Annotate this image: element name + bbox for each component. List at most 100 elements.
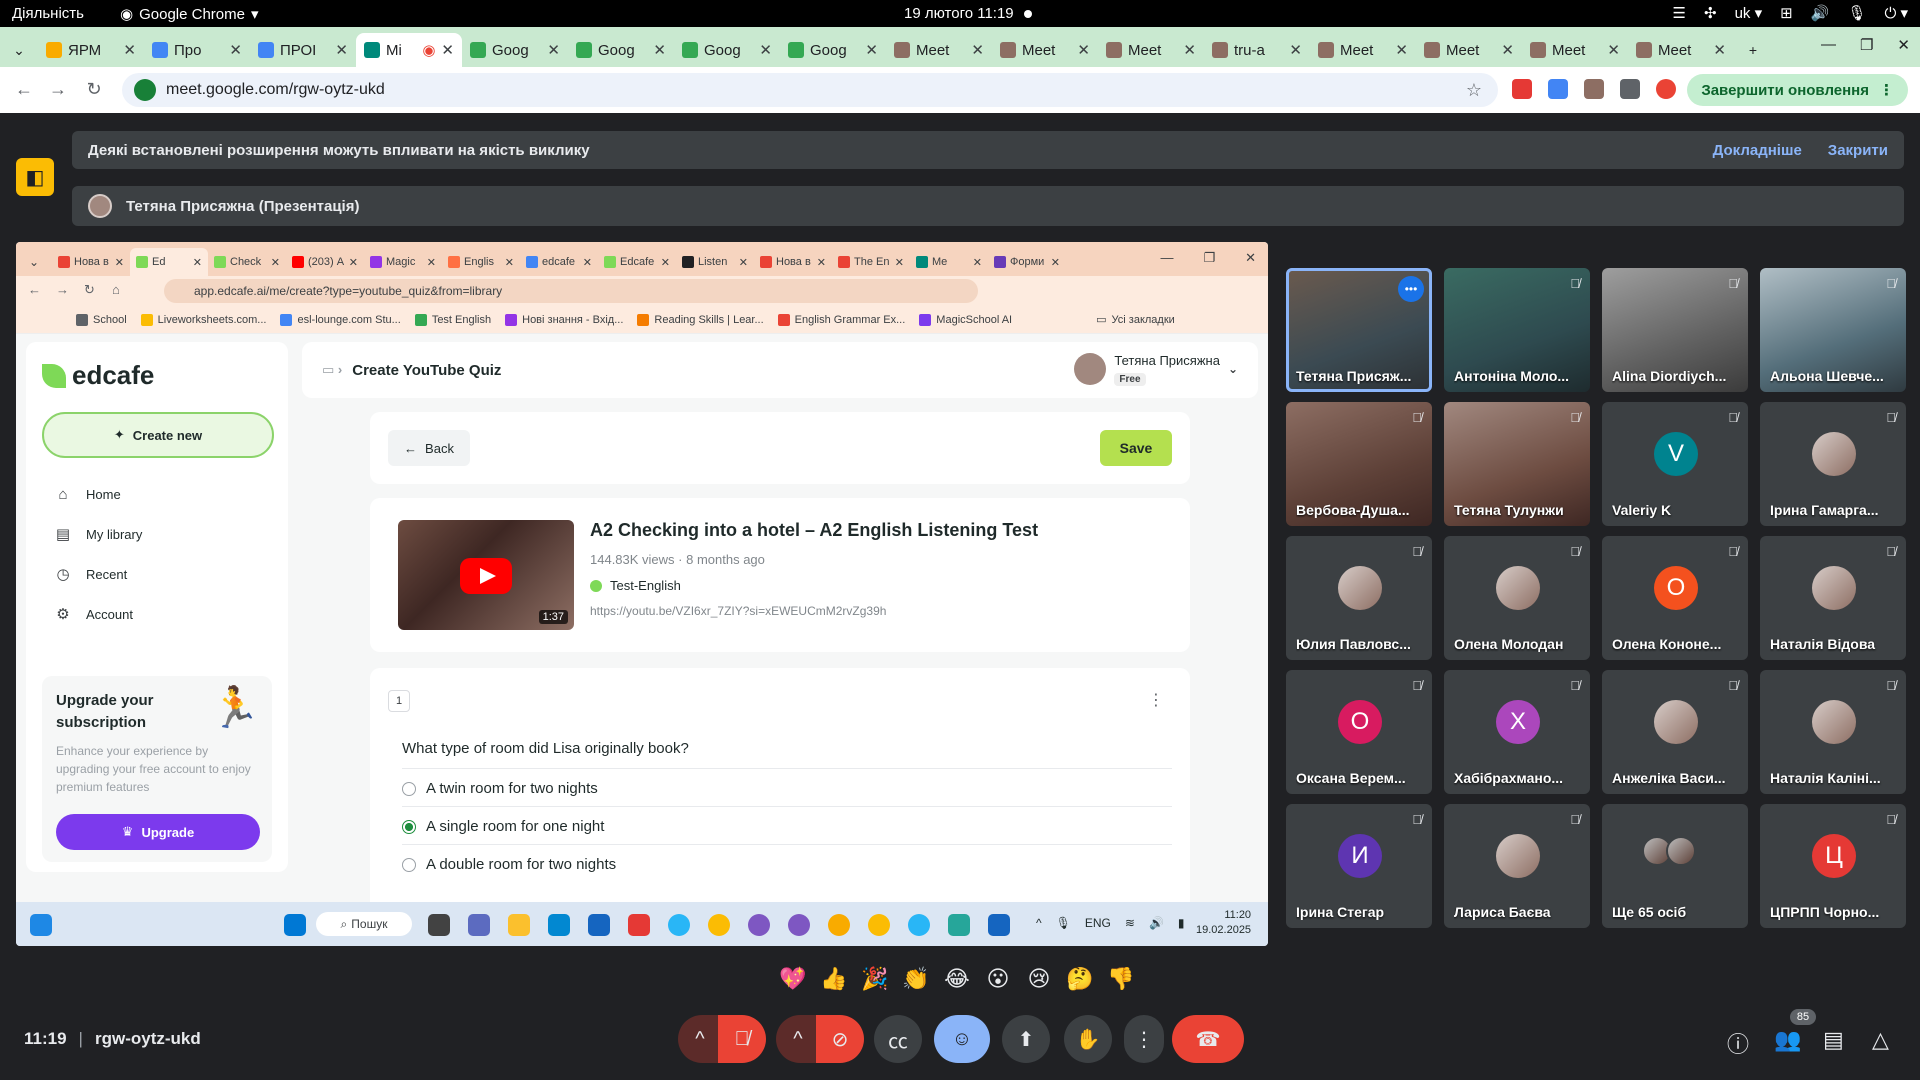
participant-tile[interactable]: 🎙̸ Alina Diordiych... [1602,268,1748,392]
participant-tile[interactable]: Ц 🎙̸ ЦПРПП Чорно... [1760,804,1906,928]
close-tab-icon[interactable]: ✕ [229,41,242,59]
extensions-puzzle-icon[interactable] [1620,79,1640,99]
system-tray[interactable]: ☰ ✣ uk ▾ ⊞ 🔊 🎙 ⏻ ▾ [1673,4,1908,22]
more-options-button[interactable]: ⋮ [1124,1015,1164,1063]
meet-panel-icon[interactable]: ◧ [16,158,54,196]
participant-tile[interactable]: 🎙̸ Юлия Павловс... [1286,536,1432,660]
translate-extension-icon[interactable] [1548,79,1568,99]
power-icon[interactable]: ⏻ ▾ [1884,4,1908,22]
address-bar[interactable]: meet.google.com/rgw-oytz-ukd ☆ [122,73,1498,107]
reload-icon[interactable]: ↻ [76,79,112,100]
participant-tile[interactable]: 🎙̸ Ірина Гамарга... [1760,402,1906,526]
participant-tile[interactable]: О 🎙̸ Олена Кононе... [1602,536,1748,660]
participant-tile[interactable]: 🎙̸ Олена Молодан [1444,536,1590,660]
close-tab-icon[interactable]: ✕ [335,41,348,59]
apps-icon[interactable]: ✣ [1704,4,1717,22]
profile-avatar[interactable] [1656,79,1676,99]
forward-arrow-icon[interactable]: → [40,79,76,100]
close-tab-icon[interactable]: ✕ [759,41,772,59]
close-tab-icon[interactable]: ✕ [653,41,666,59]
close-window-icon[interactable]: ✕ [1897,36,1910,54]
user-menu[interactable]: Тетяна Присяжна Free ⌄ [1074,352,1238,386]
camera-toggle-button[interactable]: ⊘ [816,1015,864,1063]
adblock-extension-icon[interactable] [1512,79,1532,99]
sidebar-item-my-library[interactable]: ▤ My library [40,518,270,550]
browser-tab[interactable]: Meet ✕ [1522,33,1628,67]
browser-tab[interactable]: Goog ✕ [568,33,674,67]
participant-tile[interactable]: 🎙̸ Лариса Баєва [1444,804,1590,928]
minimize-icon[interactable]: — [1821,36,1836,54]
sidebar-item-home[interactable]: ⌂ Home [40,478,270,510]
participant-tile[interactable]: 🎙̸ Наталія Калінi... [1760,670,1906,794]
close-tab-icon[interactable]: ✕ [971,41,984,59]
close-tab-icon[interactable]: ✕ [865,41,878,59]
browser-tab[interactable]: Meet ✕ [886,33,992,67]
app-menu[interactable]: ◉ Google Chrome ▾ [120,5,259,24]
sidebar-item-recent[interactable]: ◷ Recent [40,558,270,590]
browser-tab[interactable]: Meet ✕ [1416,33,1522,67]
participant-tile[interactable]: Х 🎙̸ Хабібрахмано... [1444,670,1590,794]
create-new-button[interactable]: ✦ Create new [42,412,274,458]
browser-tab[interactable]: Meet ✕ [992,33,1098,67]
close-tab-icon[interactable]: ✕ [547,41,560,59]
browser-tab[interactable]: ЯРМ ✕ [38,33,144,67]
participant-tile[interactable]: И 🎙̸ Ірина Стегар [1286,804,1432,928]
browser-tab[interactable]: tru-a ✕ [1204,33,1310,67]
close-tab-icon[interactable]: ✕ [1077,41,1090,59]
video-options-button[interactable]: ^ [776,1015,820,1063]
reaction-emoji[interactable]: 👏 [901,964,931,994]
menu-lines-icon[interactable]: ☰ [1673,4,1686,22]
video-thumbnail[interactable]: 1:37 [398,520,574,630]
browser-tab[interactable]: Meet ✕ [1310,33,1416,67]
reaction-emoji[interactable]: 💖 [778,964,808,994]
reaction-emoji[interactable]: 🤔 [1065,964,1095,994]
save-button[interactable]: Save [1100,430,1172,466]
emoji-button[interactable]: ☺ [934,1015,990,1063]
participant-tile[interactable]: 🎙̸ Наталія Відова [1760,536,1906,660]
browser-tab[interactable]: Про ✕ [144,33,250,67]
reaction-emoji[interactable]: 👍 [819,964,849,994]
participant-tile[interactable]: Ще 65 осіб [1602,804,1748,928]
close-tab-icon[interactable]: ✕ [123,41,136,59]
raise-hand-button[interactable]: ✋ [1064,1015,1112,1063]
participant-tile[interactable]: 🎙̸ Тетяна Тулунжи [1444,402,1590,526]
reaction-emoji[interactable]: 😂 [942,964,972,994]
close-banner-link[interactable]: Закрити [1828,142,1888,159]
reaction-emoji[interactable]: 🎉 [860,964,890,994]
back-button[interactable]: ← Back [388,430,470,466]
learn-more-link[interactable]: Докладніше [1713,142,1802,159]
bookmark-star-icon[interactable]: ☆ [1466,80,1482,101]
close-tab-icon[interactable]: ✕ [1607,41,1620,59]
browser-tab[interactable]: ПРОІ ✕ [250,33,356,67]
new-tab-button[interactable]: + [1734,33,1772,67]
reaction-emoji[interactable]: 👎 [1106,964,1136,994]
participant-tile[interactable]: 🎙̸ Антоніна Моло... [1444,268,1590,392]
browser-tab[interactable]: Goog ✕ [674,33,780,67]
people-icon[interactable]: 👥 [1774,1027,1801,1053]
answer-option[interactable]: A single room for one night [402,818,604,835]
browser-tab[interactable]: Goog ✕ [780,33,886,67]
more-vert-icon[interactable]: ⋮ [1148,690,1164,710]
finish-update-button[interactable]: Завершити оновлення ⋮ [1687,74,1908,106]
browser-tab[interactable]: Goog ✕ [462,33,568,67]
close-tab-icon[interactable]: ✕ [1501,41,1514,59]
close-tab-icon[interactable]: ✕ [1183,41,1196,59]
network-icon[interactable]: ⊞ [1780,4,1793,22]
close-tab-icon[interactable]: ✕ [1395,41,1408,59]
leave-call-button[interactable]: ☎ [1172,1015,1244,1063]
close-tab-icon[interactable]: ✕ [441,41,454,59]
close-tab-icon[interactable]: ✕ [1289,41,1302,59]
maximize-icon[interactable]: ❐ [1860,36,1873,54]
radio-button[interactable] [402,857,416,872]
participant-tile[interactable]: 🎙̸ Альона Шевче... [1760,268,1906,392]
sidebar-item-account[interactable]: ⚙ Account [40,598,270,630]
participant-tile[interactable]: 🎙̸ Анжеліка Васи... [1602,670,1748,794]
answer-option[interactable]: A twin room for two nights [402,780,598,797]
meeting-details-icon[interactable]: ⓘ [1727,1027,1749,1059]
radio-button[interactable] [402,819,416,834]
volume-icon[interactable]: 🔊 [1811,4,1830,22]
close-tab-icon[interactable]: ✕ [1713,41,1726,59]
activities-icon[interactable]: △ [1872,1027,1889,1053]
participant-tile[interactable]: О 🎙̸ Оксана Верем... [1286,670,1432,794]
participant-tile[interactable]: 🎙̸ Вербова-Душа... [1286,402,1432,526]
